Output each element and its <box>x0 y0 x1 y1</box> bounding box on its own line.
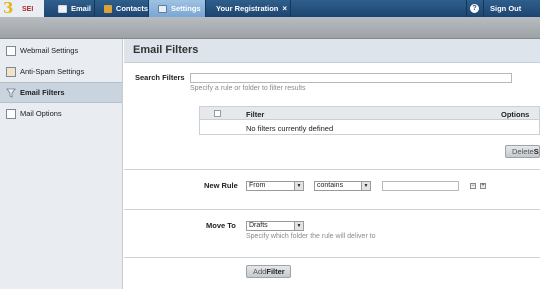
anti-spam-icon <box>6 66 16 77</box>
move-to-folder-select[interactable]: Drafts ▼ <box>246 221 304 231</box>
move-to-folder-value: Drafts <box>249 222 268 229</box>
tab-contacts[interactable]: Contacts <box>95 0 149 17</box>
rule-field-select[interactable]: From ▼ <box>246 181 304 191</box>
rule-operator-select[interactable]: contains ▼ <box>314 181 371 191</box>
sign-out-label: Sign Out <box>490 4 522 13</box>
chevron-down-icon: ▼ <box>294 182 303 190</box>
delete-button-label: Delete <box>512 147 534 156</box>
new-rule-label: New Rule <box>204 181 238 190</box>
remove-condition-button[interactable]: − <box>470 183 476 189</box>
sidebar-item-webmail-settings[interactable]: Webmail Settings <box>0 40 122 61</box>
rule-field-value: From <box>249 182 266 189</box>
top-navigation-bar: 3 SEI Email Contacts Settings Your Regis… <box>0 0 540 17</box>
sidebar-item-label: Webmail Settings <box>20 46 79 55</box>
page-title: Email Filters <box>133 44 199 56</box>
filters-table: Filter Options No filters currently defi… <box>199 106 540 137</box>
envelope-icon <box>58 4 67 13</box>
sidebar-item-email-filters[interactable]: Email Filters <box>0 82 122 103</box>
move-to-label: Move To <box>206 221 236 230</box>
move-to-hint: Specify which folder the rule will deliv… <box>246 233 376 240</box>
chevron-down-icon: ▼ <box>294 222 303 230</box>
tab-email[interactable]: Email <box>48 0 95 17</box>
help-button[interactable]: ? <box>466 0 482 17</box>
sidebar-item-label: Email Filters <box>20 88 65 97</box>
table-row: No filters currently defined <box>199 120 540 135</box>
delete-selected-button[interactable]: Delete Se <box>505 145 540 158</box>
contacts-book-icon <box>104 4 112 13</box>
mail-options-icon <box>6 108 16 119</box>
add-filter-label-bold: Filter <box>266 267 285 276</box>
column-options: Options <box>501 110 530 119</box>
toolbar-strip <box>0 17 540 39</box>
rule-value-input[interactable] <box>382 181 459 191</box>
tab-settings-label: Settings <box>171 4 201 13</box>
add-filter-button[interactable]: Add Filter <box>246 265 291 278</box>
section-divider <box>124 257 540 258</box>
delete-button-label-bold: Se <box>533 147 539 156</box>
chevron-down-icon: ▼ <box>361 182 370 190</box>
app-logo[interactable]: 3 SEI <box>0 0 44 17</box>
logo-icon: 3 <box>3 0 14 17</box>
webmail-settings-icon <box>6 45 16 56</box>
settings-icon <box>158 4 167 13</box>
empty-state-text: No filters currently defined <box>246 124 334 133</box>
search-filters-hint: Specify a rule or folder to filter resul… <box>190 85 306 92</box>
tab-email-label: Email <box>71 4 92 13</box>
sign-out-button[interactable]: Sign Out <box>483 0 540 17</box>
section-divider <box>124 209 540 210</box>
main-panel: Email Filters Search Filters Specify a r… <box>124 39 540 289</box>
column-filter: Filter <box>246 110 265 119</box>
search-filters-input[interactable] <box>190 73 512 83</box>
rule-operator-value: contains <box>317 182 344 189</box>
close-icon[interactable]: × <box>282 4 287 13</box>
search-filters-label: Search Filters <box>135 73 185 82</box>
section-divider <box>124 169 540 170</box>
page-header: Email Filters <box>124 39 540 63</box>
sidebar-item-label: Anti-Spam Settings <box>20 67 85 76</box>
add-filter-label: Add <box>253 267 267 276</box>
settings-sidebar: Webmail Settings Anti-Spam Settings Emai… <box>0 39 123 289</box>
add-condition-button[interactable]: + <box>480 183 486 189</box>
table-header: Filter Options <box>199 106 540 120</box>
sidebar-item-label: Mail Options <box>20 109 62 118</box>
tab-registration-label: Your Registration <box>216 4 279 13</box>
tab-your-registration[interactable]: Your Registration × <box>206 0 291 17</box>
select-all-checkbox[interactable] <box>214 110 221 117</box>
tab-contacts-label: Contacts <box>115 4 148 13</box>
help-icon: ? <box>470 4 479 13</box>
filter-funnel-icon <box>6 88 16 98</box>
logo-text: SEI <box>22 6 34 13</box>
tab-settings[interactable]: Settings <box>149 0 206 17</box>
sidebar-item-mail-options[interactable]: Mail Options <box>0 103 122 124</box>
sidebar-item-anti-spam-settings[interactable]: Anti-Spam Settings <box>0 61 122 82</box>
